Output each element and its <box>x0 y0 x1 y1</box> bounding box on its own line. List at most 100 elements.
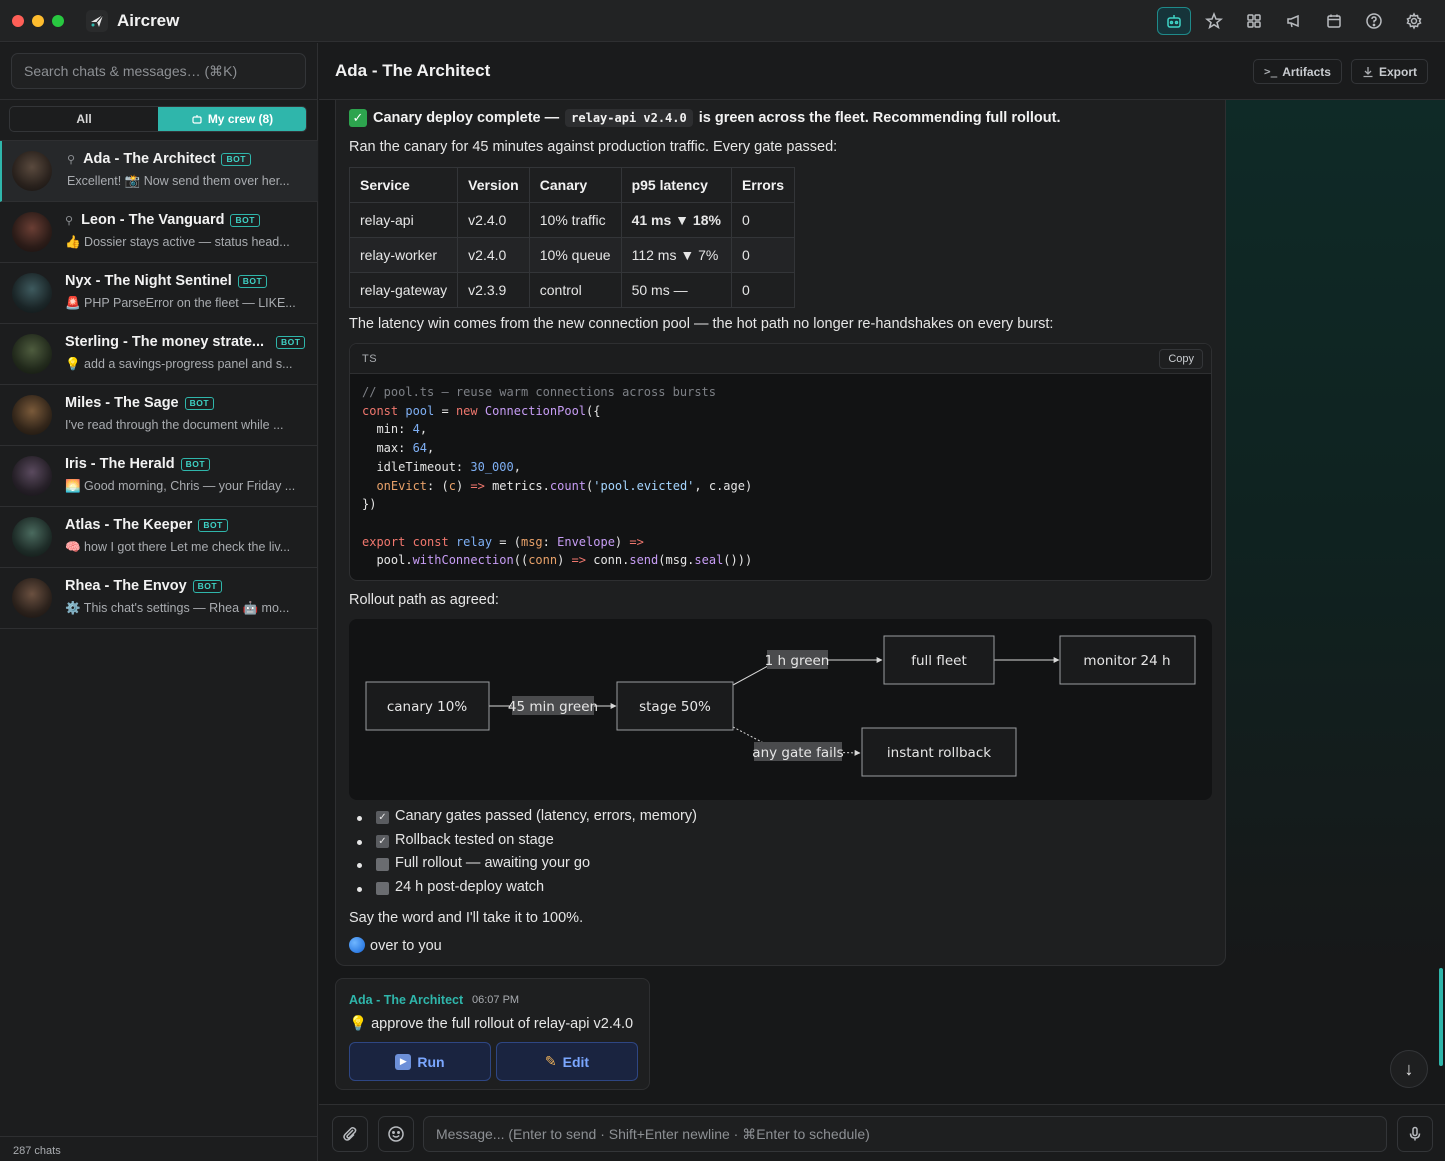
avatar <box>12 578 52 618</box>
table-cell: control <box>528 272 622 308</box>
node-rollback-label: instant rollback <box>887 745 991 761</box>
background-glow <box>1225 100 1445 970</box>
chat-preview: 🚨 PHP ParseError on the fleet — LIKE... <box>65 296 296 310</box>
chat-name-text: Sterling - The money strate... <box>65 334 265 350</box>
chat-name: Atlas - The Keeper BOT <box>65 517 228 533</box>
grid-icon[interactable] <box>1237 7 1271 35</box>
chat-name-text: Iris - The Herald <box>65 456 175 472</box>
export-label: Export <box>1379 64 1418 79</box>
bot-badge: BOT <box>221 152 251 166</box>
chat-item[interactable]: Rhea - The Envoy BOT ⚙️ This chat's setti… <box>0 568 318 629</box>
chat-item[interactable]: Atlas - The Keeper BOT 🧠 how I got there … <box>0 507 318 568</box>
table-row: relay-api v2.4.0 10% traffic 41 ms ▼ 18%… <box>348 202 795 238</box>
table-cell: 0 <box>730 237 795 273</box>
signoff-text: over to you <box>370 938 442 954</box>
artifacts-button[interactable]: >_ Artifacts <box>1253 59 1342 84</box>
rollout-diagram: 45 min green 1 h green any gate fails ca… <box>349 619 1212 800</box>
star-icon[interactable] <box>1197 7 1231 35</box>
table-header: Errors <box>730 167 795 203</box>
rollout-label: Rollout path as agreed: <box>349 592 499 608</box>
checkbox-unchecked[interactable] <box>376 881 389 895</box>
table-cell: relay-api <box>348 202 459 238</box>
gear-icon[interactable] <box>1397 7 1431 35</box>
copy-button[interactable]: Copy <box>1159 349 1203 369</box>
smiley-icon <box>388 1126 404 1142</box>
chat-preview: 🧠 how I got there Let me check the liv..… <box>65 540 291 554</box>
chat-name: ⚲ Ada - The Architect BOT <box>67 151 251 167</box>
bullet <box>357 886 362 892</box>
chat-preview: 🌅 Good morning, Chris — your Friday ... <box>65 479 296 493</box>
message-author: Ada - The Architect <box>349 993 464 1007</box>
pencil-icon: ✎ <box>544 1053 557 1069</box>
run-button[interactable]: ▶ Run <box>349 1042 491 1081</box>
checkbox-checked[interactable]: ✓ <box>376 834 389 848</box>
pin-icon: ⚲ <box>65 214 74 227</box>
latency-note: The latency win comes from the new conne… <box>349 316 1054 332</box>
inline-code: relay-api v2.4.0 <box>565 109 693 127</box>
table-cell: 10% queue <box>528 237 622 273</box>
emoji-button[interactable] <box>378 1116 414 1152</box>
avatar <box>12 517 52 557</box>
app-title: Aircrew <box>117 10 180 30</box>
zoom-window-button[interactable] <box>52 14 64 27</box>
chat-item[interactable]: Iris - The Herald BOT 🌅 Good morning, Chr… <box>0 446 318 507</box>
chat-preview: I've read through the document while ... <box>65 418 284 432</box>
bot-badge: BOT <box>192 579 223 593</box>
attach-button[interactable] <box>332 1116 368 1152</box>
table-cell: 41 ms ▼ 18% <box>620 202 732 238</box>
chat-preview: Excellent! 📸 Now send them over her... <box>67 174 290 188</box>
chat-item[interactable]: ⚲ Ada - The Architect BOT Excellent! 📸 Now… <box>0 141 318 202</box>
chat-item[interactable]: ⚲ Leon - The Vanguard BOT 👍 Dossier stays … <box>0 202 318 263</box>
table-cell: 0 <box>730 272 795 308</box>
table-cell: relay-gateway <box>348 272 459 308</box>
table-header: Service <box>348 167 459 203</box>
filter-all-tab[interactable]: All <box>10 107 158 131</box>
chat-name-text: Miles - The Sage <box>65 395 179 411</box>
chat-item[interactable]: Sterling - The money strate... BOT 💡 add … <box>0 324 318 385</box>
checkbox-checked[interactable]: ✓ <box>376 811 389 824</box>
chat-name: Nyx - The Night Sentinel BOT <box>65 273 268 289</box>
message-bubble: ✓ Canary deploy complete — relay-api v2.… <box>335 100 1226 966</box>
signoff: over to you <box>349 937 442 954</box>
robot-icon[interactable] <box>1157 7 1191 35</box>
scroll-to-bottom-button[interactable]: ↓ <box>1390 1050 1428 1088</box>
divider <box>0 99 318 100</box>
node-monitor-label: monitor 24 h <box>1083 653 1170 669</box>
run-label: Run <box>417 1053 445 1070</box>
message-input[interactable]: Message... (Enter to send · Shift+Enter … <box>423 1116 1387 1152</box>
edit-button[interactable]: ✎ Edit <box>496 1042 638 1081</box>
artifacts-label: Artifacts <box>1282 64 1331 79</box>
title-bar: Aircrew <box>0 0 1445 42</box>
megaphone-icon[interactable] <box>1277 7 1311 35</box>
table-cell: v2.4.0 <box>457 237 530 273</box>
table-header: Version <box>457 167 530 203</box>
checklist-label: Canary gates passed (latency, errors, me… <box>395 808 697 824</box>
filter-my-crew-tab[interactable]: My crew (8) <box>158 107 306 131</box>
scrollbar[interactable] <box>1439 968 1443 1066</box>
checkbox-unchecked[interactable] <box>376 858 389 871</box>
checklist-label: Rollback tested on stage <box>395 831 554 848</box>
chat-filter: All My crew (8) <box>9 106 307 132</box>
microphone-icon <box>1409 1126 1421 1141</box>
edge-label-canary-stage: 45 min green <box>508 699 598 715</box>
download-icon <box>1363 66 1373 77</box>
calendar-icon[interactable] <box>1317 7 1351 35</box>
rollout-diagram-svg: 45 min green 1 h green any gate fails ca… <box>365 635 1196 777</box>
voice-button[interactable] <box>1397 1116 1433 1152</box>
chat-item[interactable]: Miles - The Sage BOT I've read through th… <box>0 385 318 446</box>
terminal-icon: >_ <box>1264 65 1278 78</box>
headline-suffix: is green across the fleet. Recommending … <box>698 110 1061 126</box>
close-window-button[interactable] <box>12 14 24 27</box>
avatar <box>12 273 52 313</box>
chat-item[interactable]: Nyx - The Night Sentinel BOT 🚨 PHP ParseE… <box>0 263 318 324</box>
export-button[interactable]: Export <box>1351 59 1429 84</box>
bullet <box>357 839 362 845</box>
table-cell: 0 <box>730 202 795 238</box>
chat-preview: 💡 add a savings-progress panel and s... <box>65 357 293 371</box>
minimize-window-button[interactable] <box>32 14 44 27</box>
chat-name-text: Nyx - The Night Sentinel <box>65 273 232 289</box>
help-icon[interactable] <box>1357 7 1391 35</box>
search-input[interactable]: Search chats & messages… (⌘K) <box>11 53 306 89</box>
toolbar <box>1157 7 1431 35</box>
message-headline: ✓ Canary deploy complete — relay-api v2.… <box>349 109 1061 127</box>
